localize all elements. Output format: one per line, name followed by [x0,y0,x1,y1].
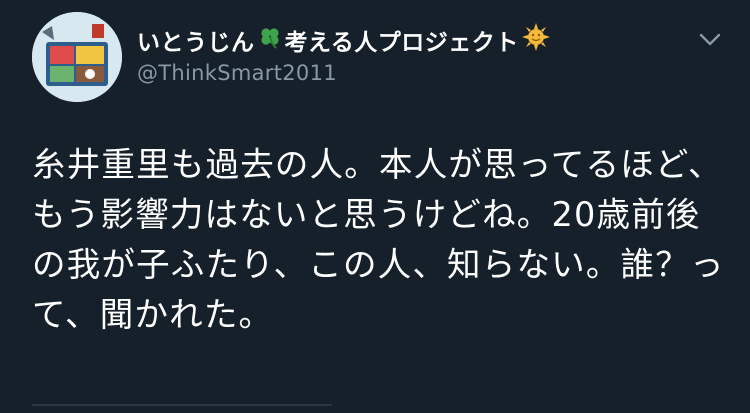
display-name-text-1: いとうじん [137,30,255,56]
divider [32,404,332,406]
tweet-card: いとうじん 考える人プロジェクト @ThinkSmart2011 糸井重里も過去… [0,0,750,413]
chevron-down-icon[interactable] [696,28,724,50]
clover-icon [258,25,282,55]
display-name-text-2: 考える人プロジェクト [284,30,519,56]
tweet-header: いとうじん 考える人プロジェクト @ThinkSmart2011 [137,22,670,85]
display-name-row[interactable]: いとうじん 考える人プロジェクト [137,22,670,58]
display-name[interactable]: いとうじん 考える人プロジェクト [137,23,553,57]
tweet-text: 糸井重里も過去の人。本人が思ってるほど、もう影響力はないと思うけどね。20歳前後… [32,145,725,334]
avatar-image [32,12,122,102]
avatar[interactable] [32,12,122,102]
sun-face-icon [521,23,550,57]
user-handle[interactable]: @ThinkSmart2011 [137,61,670,85]
